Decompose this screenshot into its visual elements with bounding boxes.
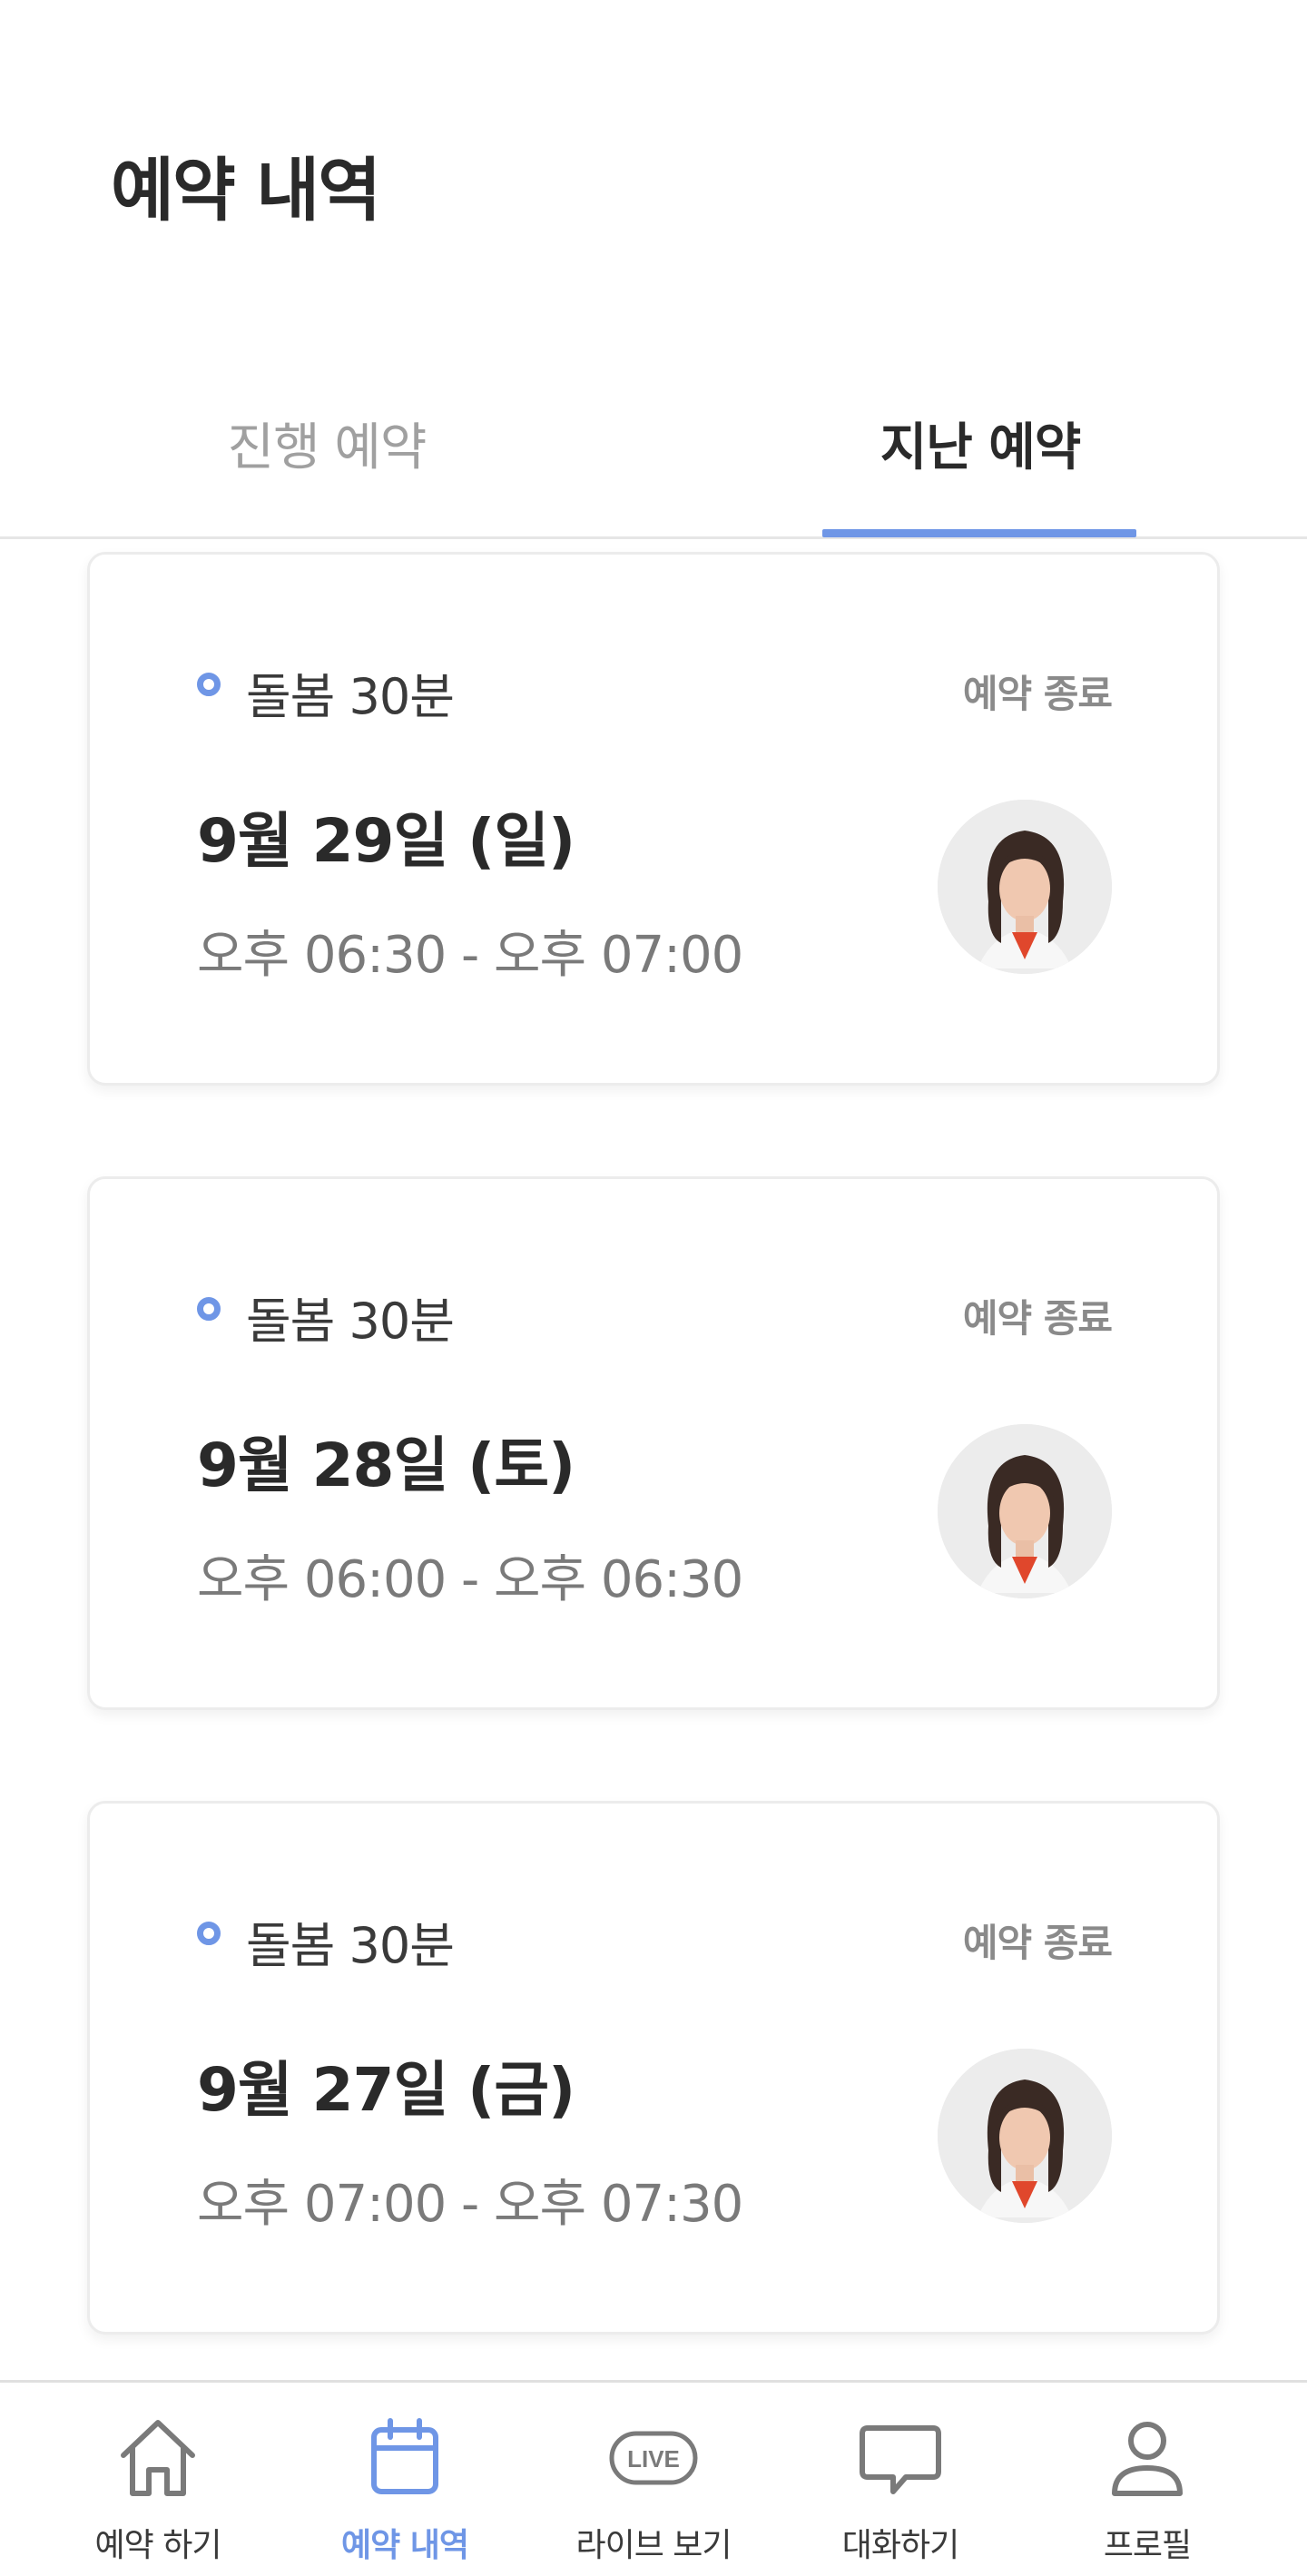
nav-label: 프로필 xyxy=(1103,2527,1192,2564)
service-name: 돌봄 30분 xyxy=(246,1293,455,1350)
nav-label: 라이브 보기 xyxy=(575,2527,732,2564)
status-badge: 예약 종료 xyxy=(962,1921,1113,1965)
reservation-time: 오후 06:00 - 오후 06:30 xyxy=(197,1550,743,1609)
nav-item-book[interactable]: 예약 하기 xyxy=(34,2383,281,2576)
status-dot-icon xyxy=(197,1922,221,1945)
reservation-card[interactable]: 돌봄 30분 예약 종료 9월 28일 (토) 오후 06:00 - 오후 06… xyxy=(87,1176,1220,1710)
reservation-time: 오후 07:00 - 오후 07:30 xyxy=(197,2175,743,2234)
chat-bubble-icon xyxy=(860,2425,941,2494)
live-icon: LIVE xyxy=(609,2431,698,2485)
status-badge: 예약 종료 xyxy=(962,1296,1113,1341)
tab-past[interactable]: 지난 예약 xyxy=(799,394,1162,503)
reservation-history-screen: 예약 내역 진행 예약 지난 예약 돌봄 30분 예약 종료 9월 29일 (일… xyxy=(0,0,1307,2576)
status-dot-icon xyxy=(197,1297,221,1321)
reservation-date: 9월 27일 (금) xyxy=(197,2055,575,2125)
status-dot-icon xyxy=(197,673,221,696)
page-title: 예약 내역 xyxy=(111,150,381,231)
nav-label: 예약 내역 xyxy=(340,2527,469,2564)
caregiver-avatar xyxy=(938,2049,1112,2223)
reservation-time: 오후 06:30 - 오후 07:00 xyxy=(197,926,743,985)
bottom-navigation: 예약 하기 예약 내역 LIVE 라이브 보기 대화하기 프로필 xyxy=(0,2380,1307,2576)
live-icon-text: LIVE xyxy=(627,2445,680,2473)
tab-upcoming[interactable]: 진행 예약 xyxy=(145,394,508,503)
nav-label: 예약 하기 xyxy=(94,2527,222,2564)
status-badge: 예약 종료 xyxy=(962,672,1113,716)
tab-bar: 진행 예약 지난 예약 xyxy=(0,372,1307,539)
caregiver-avatar xyxy=(938,1424,1112,1598)
home-icon xyxy=(121,2420,195,2496)
caregiver-avatar xyxy=(938,800,1112,974)
service-name: 돌봄 30분 xyxy=(246,668,455,725)
reservation-date: 9월 28일 (토) xyxy=(197,1431,575,1500)
reservation-card[interactable]: 돌봄 30분 예약 종료 9월 29일 (일) 오후 06:30 - 오후 07… xyxy=(87,552,1220,1086)
service-name: 돌봄 30분 xyxy=(246,1917,455,1974)
nav-item-live[interactable]: LIVE 라이브 보기 xyxy=(530,2383,777,2576)
nav-item-history[interactable]: 예약 내역 xyxy=(281,2383,528,2576)
reservation-date: 9월 29일 (일) xyxy=(197,806,575,876)
nav-label: 대화하기 xyxy=(841,2527,959,2564)
nav-item-chat[interactable]: 대화하기 xyxy=(777,2383,1024,2576)
active-tab-indicator xyxy=(822,529,1136,537)
nav-item-profile[interactable]: 프로필 xyxy=(1024,2383,1271,2576)
reservation-card[interactable]: 돌봄 30분 예약 종료 9월 27일 (금) 오후 07:00 - 오후 07… xyxy=(87,1801,1220,2335)
person-icon xyxy=(1112,2422,1183,2496)
calendar-icon xyxy=(371,2418,438,2494)
